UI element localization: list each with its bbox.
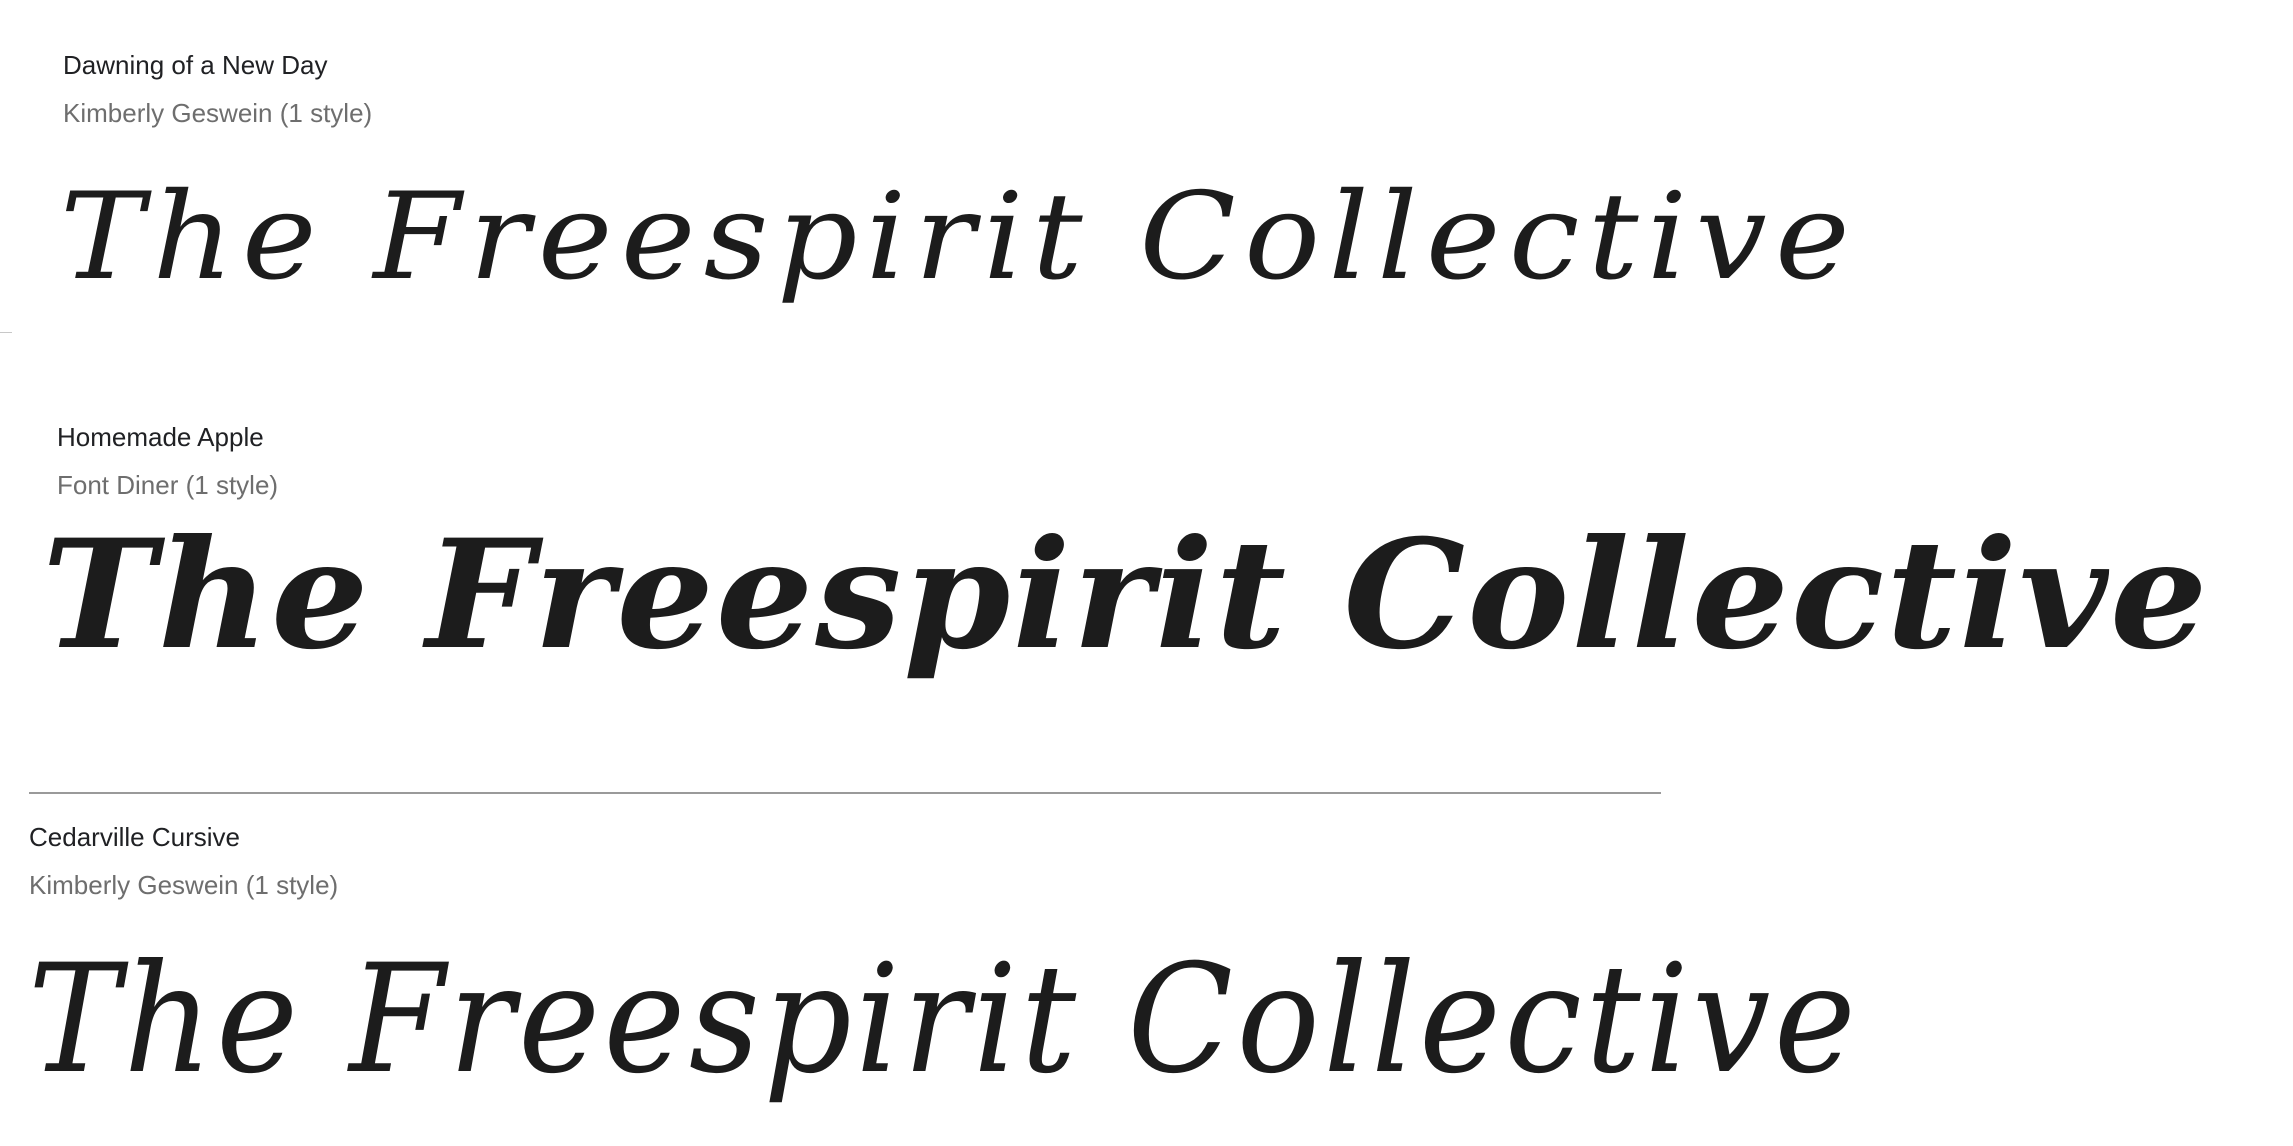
font-designer-styles: Font Diner (1 style): [57, 470, 279, 500]
font-name[interactable]: Dawning of a New Day: [63, 50, 327, 81]
font-sample-preview[interactable]: The Freespirit Collective: [28, 945, 1859, 1095]
font-designer-styles: Kimberly Geswein (1 style): [29, 870, 339, 900]
font-sample-preview[interactable]: The Freespirit Collective: [60, 178, 1858, 298]
font-name[interactable]: Cedarville Cursive: [29, 822, 240, 853]
font-designer-styles: Kimberly Geswein (1 style): [63, 98, 373, 128]
card-divider: [29, 792, 1661, 794]
font-card-dawning-of-a-new-day[interactable]: Dawning of a New Day Kimberly Geswein (1…: [0, 0, 2293, 380]
font-name[interactable]: Homemade Apple: [57, 422, 264, 453]
font-sample-preview[interactable]: The Freespirit Collective: [42, 520, 2209, 670]
